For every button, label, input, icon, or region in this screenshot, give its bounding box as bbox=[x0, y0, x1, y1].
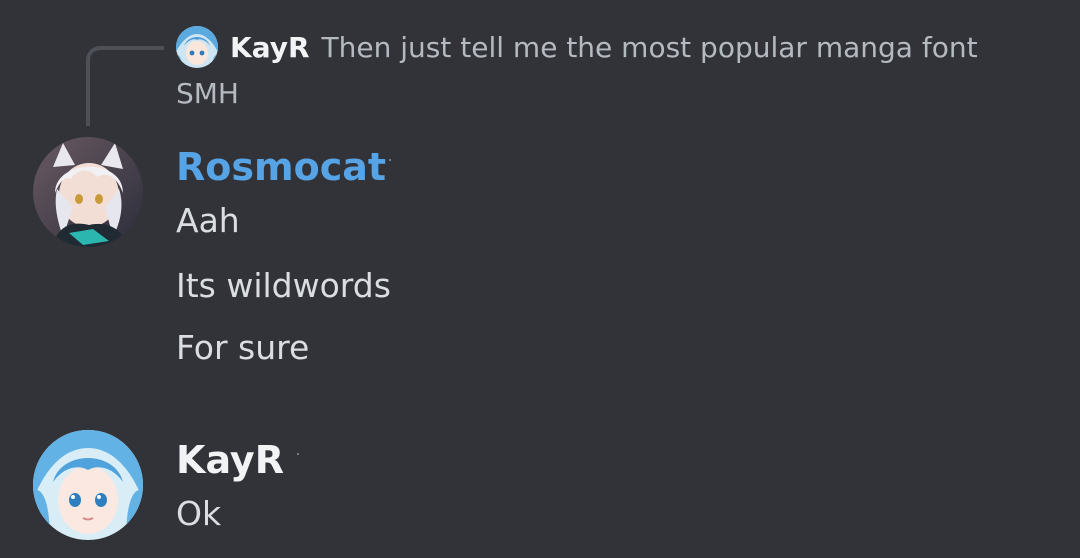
timestamp-indicator bbox=[297, 453, 299, 455]
reply-line: KayR Then just tell me the most popular m… bbox=[230, 30, 978, 66]
reply-preview[interactable]: KayR Then just tell me the most popular m… bbox=[176, 26, 1056, 114]
timestamp-indicator bbox=[389, 159, 391, 161]
reply-text-continuation: SMH bbox=[176, 77, 239, 110]
reply-author[interactable]: KayR bbox=[230, 31, 310, 64]
chat-view: KayR Then just tell me the most popular m… bbox=[0, 0, 1080, 558]
rosmocat-avatar-icon[interactable] bbox=[33, 137, 143, 247]
message-line: Ok bbox=[176, 494, 222, 533]
kayr-avatar-icon[interactable] bbox=[33, 430, 143, 540]
reply-text: Then just tell me the most popular manga… bbox=[321, 31, 978, 64]
reply-avatar-icon[interactable] bbox=[176, 26, 218, 68]
message-author-kayr[interactable]: KayR bbox=[176, 437, 284, 483]
message-line: For sure bbox=[176, 328, 310, 367]
reply-connector-line bbox=[86, 46, 164, 126]
message-author-rosmocat[interactable]: Rosmocat bbox=[176, 144, 386, 190]
message-line: Aah bbox=[176, 201, 240, 240]
message-line: Its wildwords bbox=[176, 266, 391, 305]
